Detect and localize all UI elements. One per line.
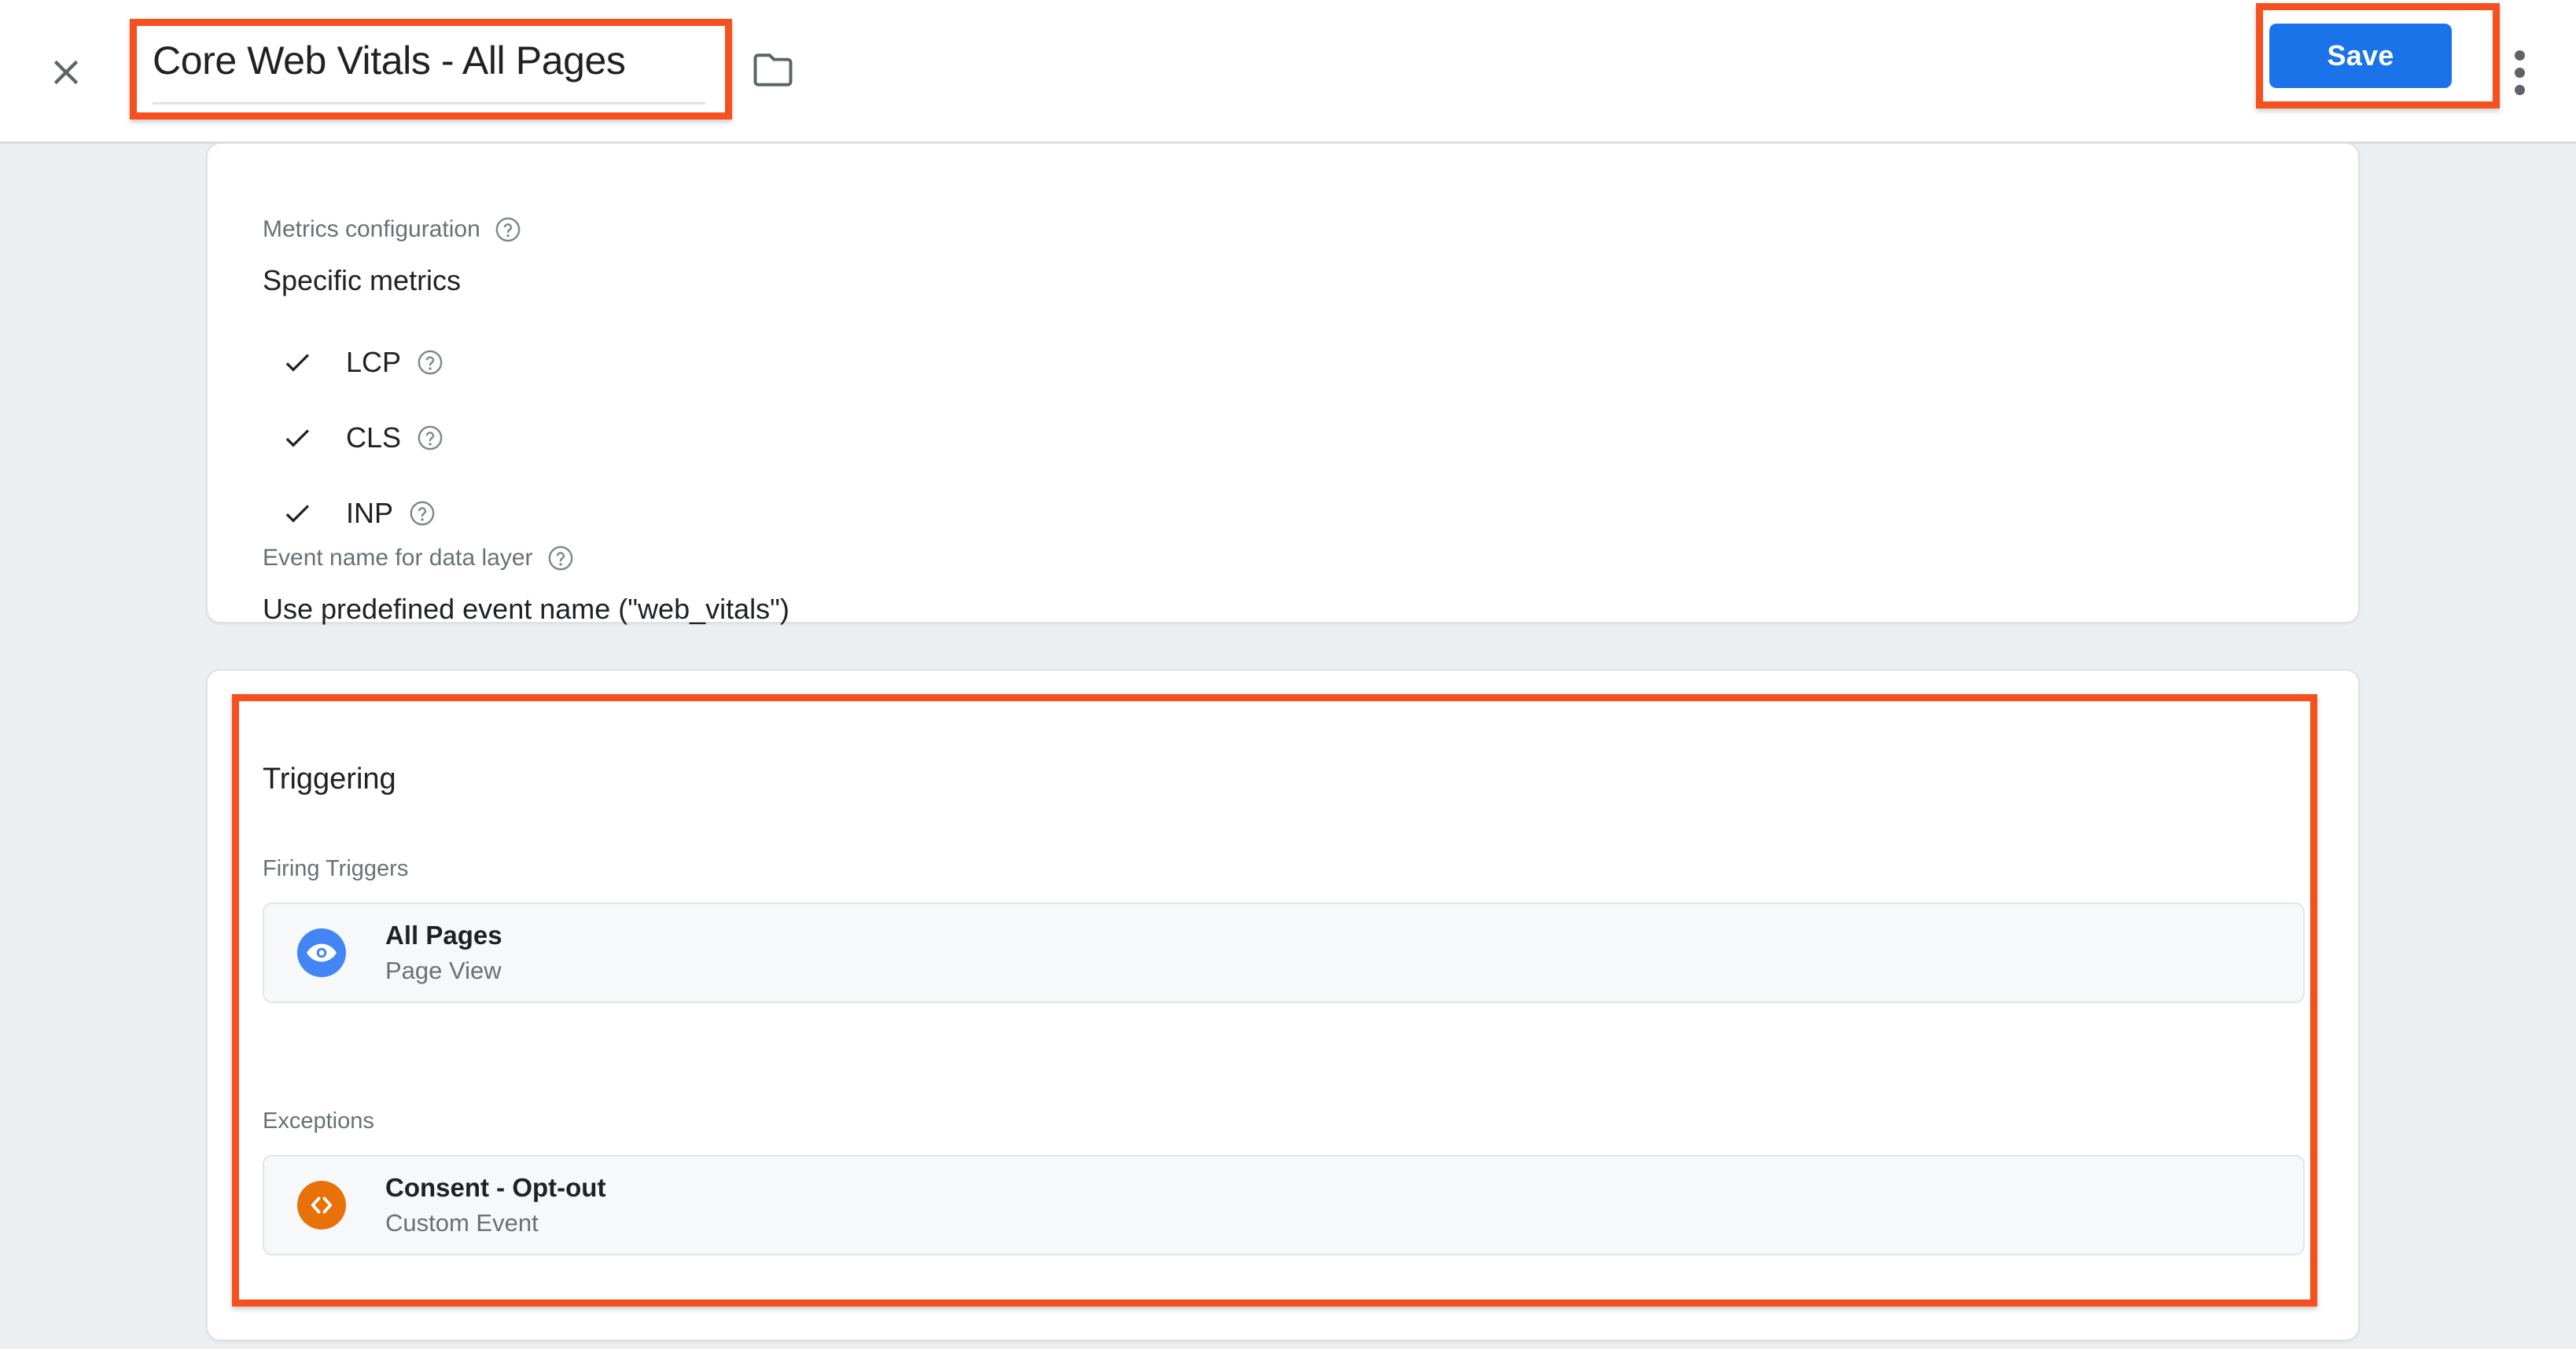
metric-label-inp: INP bbox=[346, 497, 394, 529]
move-to-folder-button[interactable] bbox=[749, 49, 797, 94]
check-icon bbox=[282, 498, 322, 529]
tag-name-input[interactable] bbox=[151, 31, 713, 90]
metrics-configuration-label-row: Metrics configuration bbox=[263, 215, 521, 244]
triggering-section-title: Triggering bbox=[263, 763, 396, 796]
tag-name-field[interactable] bbox=[151, 31, 713, 112]
exception-trigger-row[interactable]: Consent - Opt-out Custom Event bbox=[263, 1155, 2305, 1255]
triggering-card: Triggering Firing Triggers All Pages Pag… bbox=[206, 669, 2360, 1341]
more-actions-button[interactable] bbox=[2497, 41, 2541, 104]
metrics-list: LCP CLS INP bbox=[282, 336, 443, 540]
metrics-configuration-label-wrap: Metrics configuration bbox=[263, 215, 521, 244]
event-name-value[interactable]: Use predefined event name ("web_vitals") bbox=[263, 590, 789, 628]
tag-configuration-content: Metrics configuration Specific metrics L… bbox=[0, 142, 2576, 1349]
firing-trigger-type: Page View bbox=[385, 957, 502, 984]
firing-trigger-text: All Pages Page View bbox=[385, 918, 502, 987]
save-button[interactable]: Save bbox=[2269, 24, 2452, 88]
tag-name-underline bbox=[153, 102, 705, 105]
exception-trigger-type: Custom Event bbox=[385, 1209, 539, 1237]
check-icon bbox=[282, 422, 322, 454]
metric-label-cls: CLS bbox=[346, 421, 402, 454]
more-dot bbox=[2514, 67, 2525, 78]
metrics-configuration-label: Metrics configuration bbox=[263, 216, 480, 242]
event-name-label-wrap: Event name for data layer bbox=[263, 543, 574, 573]
help-icon[interactable] bbox=[495, 216, 521, 243]
firing-triggers-label: Firing Triggers bbox=[263, 856, 409, 881]
eye-icon bbox=[297, 928, 346, 977]
exception-trigger-name: Consent - Opt-out bbox=[385, 1173, 606, 1202]
metric-row-inp[interactable]: INP bbox=[282, 487, 443, 540]
folder-icon bbox=[753, 52, 793, 92]
firing-trigger-name: All Pages bbox=[385, 921, 502, 950]
more-dot bbox=[2514, 84, 2525, 95]
exception-trigger-text: Consent - Opt-out Custom Event bbox=[385, 1171, 605, 1240]
metric-row-lcp[interactable]: LCP bbox=[282, 336, 443, 389]
metrics-configuration-value[interactable]: Specific metrics bbox=[263, 262, 461, 300]
help-icon[interactable] bbox=[409, 500, 436, 527]
metric-row-cls[interactable]: CLS bbox=[282, 411, 443, 465]
metric-label-lcp: LCP bbox=[346, 346, 402, 378]
exceptions-label: Exceptions bbox=[263, 1108, 374, 1134]
close-button[interactable] bbox=[42, 49, 90, 96]
app-header: Save bbox=[0, 0, 2576, 144]
help-icon[interactable] bbox=[417, 349, 443, 376]
more-dot bbox=[2514, 50, 2525, 61]
firing-trigger-row[interactable]: All Pages Page View bbox=[263, 902, 2305, 1003]
code-brackets-icon bbox=[297, 1181, 346, 1230]
check-icon bbox=[282, 347, 322, 378]
help-icon[interactable] bbox=[417, 425, 443, 451]
help-icon[interactable] bbox=[547, 545, 574, 572]
close-icon bbox=[46, 52, 86, 93]
tag-configuration-card: Metrics configuration Specific metrics L… bbox=[206, 142, 2360, 625]
event-name-label: Event name for data layer bbox=[263, 545, 533, 571]
